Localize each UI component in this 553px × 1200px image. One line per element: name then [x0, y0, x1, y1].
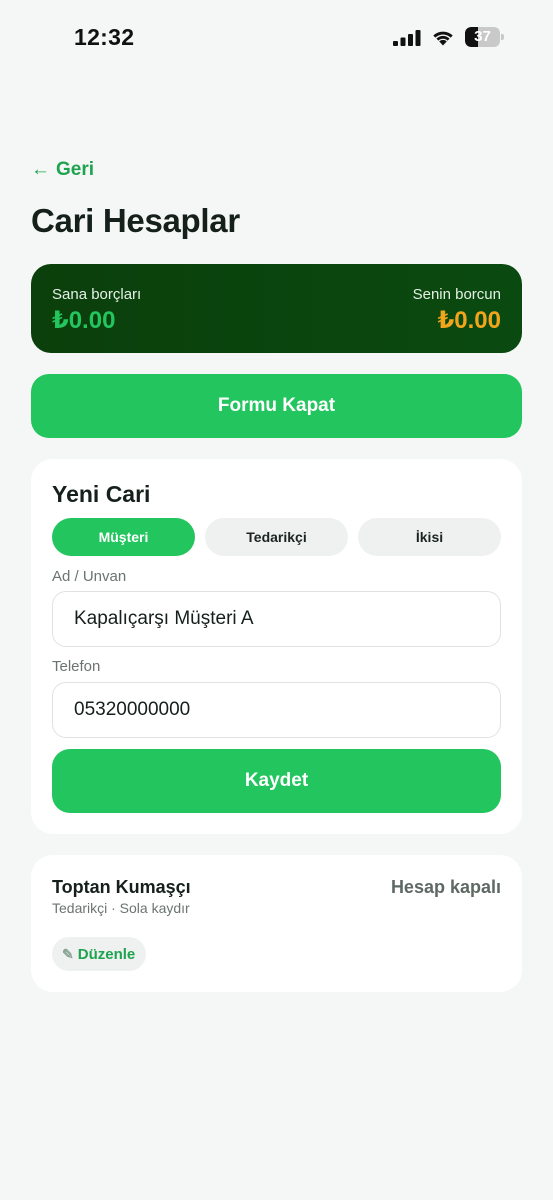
battery-icon: 37: [465, 27, 505, 47]
name-input[interactable]: [52, 591, 501, 647]
save-button[interactable]: Kaydet: [52, 749, 501, 813]
type-option-supplier[interactable]: Tedarikçi: [205, 518, 348, 556]
status-time: 12:32: [74, 24, 135, 50]
close-form-button[interactable]: Formu Kapat: [31, 374, 522, 438]
account-status: Hesap kapalı: [390, 877, 501, 897]
type-option-customer[interactable]: Müşteri: [52, 518, 195, 556]
payable-label: Senin borcun: [412, 286, 501, 303]
wifi-icon: [433, 31, 453, 46]
new-account-form: Yeni Cari Müşteri Tedarikçi İkisi Ad / U…: [31, 459, 522, 834]
name-field-label: Ad / Unvan: [52, 568, 127, 585]
receivable-label: Sana borçları: [52, 286, 142, 303]
back-button[interactable]: ← Geri: [31, 159, 94, 181]
phone-field-label: Telefon: [52, 658, 101, 675]
account-name: Toptan Kumaşçı: [52, 877, 191, 897]
arrow-left-icon: ←: [31, 159, 50, 180]
cellular-signal-icon: [393, 30, 421, 46]
edit-label: Düzenle: [77, 945, 136, 963]
edit-button[interactable]: ✎ Düzenle: [52, 937, 147, 971]
type-option-both[interactable]: İkisi: [358, 518, 501, 556]
battery-tip: [501, 34, 504, 40]
pencil-icon: ✎: [62, 945, 74, 962]
battery-body: 37: [465, 27, 500, 47]
account-meta: Tedarikçi · Sola kaydır: [52, 900, 190, 916]
balance-summary-card: Sana borçları ₺0.00 Senin borcun ₺0.00: [31, 264, 522, 353]
status-bar: 12:32 37: [0, 0, 553, 76]
account-list-item[interactable]: Toptan Kumaşçı Tedarikçi · Sola kaydır H…: [31, 855, 522, 992]
receivable-amount: ₺0.00: [52, 307, 116, 334]
battery-level: 37: [474, 28, 491, 45]
phone-input[interactable]: [52, 682, 501, 738]
page-title: Cari Hesaplar: [31, 202, 240, 239]
payable-amount: ₺0.00: [437, 307, 501, 334]
form-title: Yeni Cari: [52, 481, 151, 507]
back-label: Geri: [56, 159, 95, 180]
